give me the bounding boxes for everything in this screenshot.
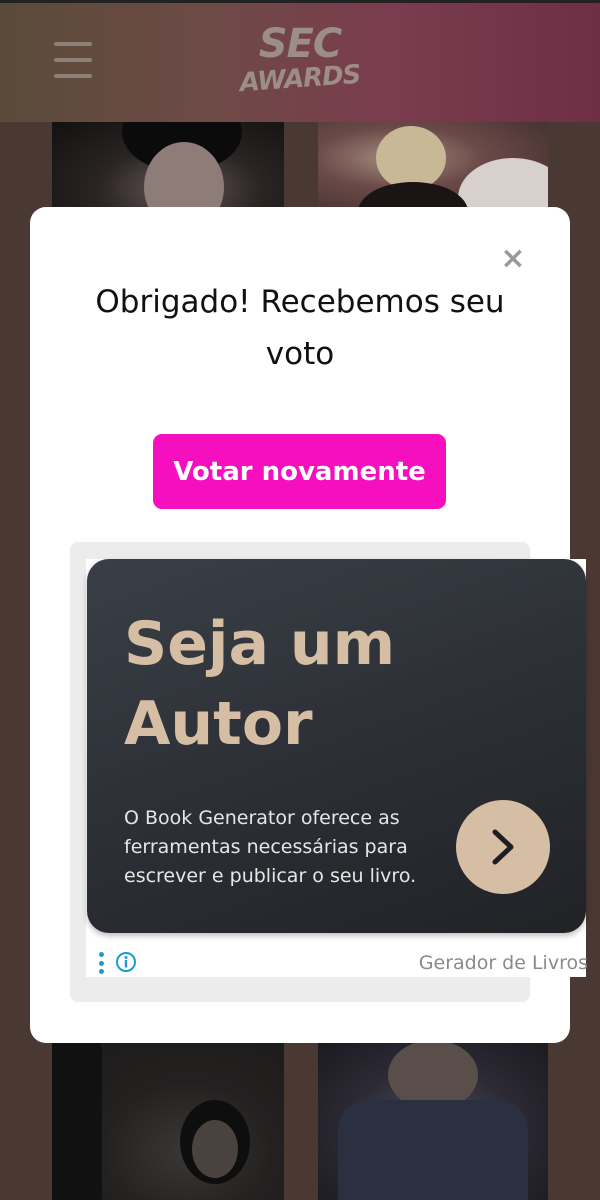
hamburger-menu-icon[interactable] bbox=[54, 42, 92, 78]
ad-body-text[interactable]: O Book Generator oferece as ferramentas … bbox=[124, 804, 454, 891]
nominee-photo-card[interactable] bbox=[318, 122, 548, 212]
sec-awards-logo[interactable]: SEC AWARDS bbox=[238, 22, 362, 102]
info-icon[interactable] bbox=[115, 951, 137, 973]
vertical-dots-icon[interactable] bbox=[96, 952, 106, 974]
ad-cta-button[interactable] bbox=[456, 800, 550, 894]
close-icon[interactable]: × bbox=[497, 243, 529, 275]
logo-text-sec: SEC bbox=[258, 21, 343, 67]
header-divider bbox=[0, 0, 600, 3]
site-header: SEC AWARDS bbox=[0, 0, 600, 122]
nominee-photo-card[interactable] bbox=[52, 122, 284, 212]
vote-again-button[interactable]: Votar novamente bbox=[153, 434, 446, 509]
modal-title: Obrigado! Recebemos seu voto bbox=[95, 284, 505, 372]
chevron-right-icon bbox=[492, 829, 514, 865]
nominee-photo-card[interactable] bbox=[52, 1040, 284, 1200]
ad-sponsor-link[interactable]: Gerador de Livros bbox=[380, 949, 588, 977]
nominee-photo-card[interactable] bbox=[318, 1040, 548, 1200]
ad-headline[interactable]: Seja um Autor bbox=[124, 604, 524, 764]
